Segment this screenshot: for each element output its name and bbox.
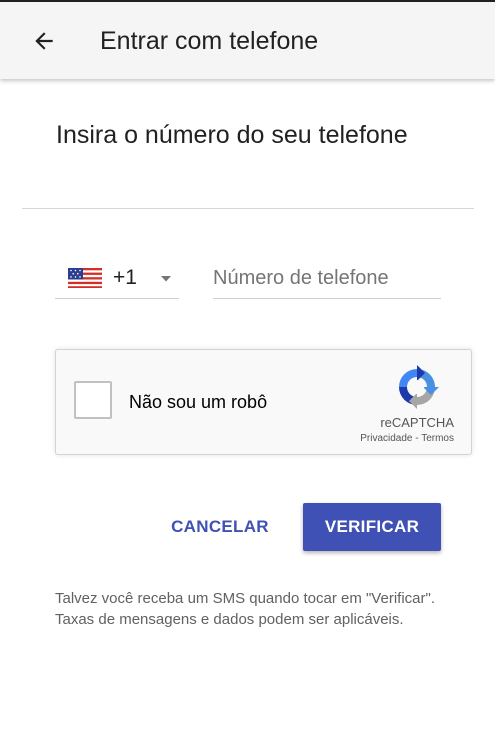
cancel-button[interactable]: CANCELAR [158,503,282,551]
recaptcha-links: Privacidade - Termos [360,432,454,445]
terms-link[interactable]: Termos [421,433,454,444]
divider [22,208,474,209]
back-button[interactable] [22,19,66,63]
sms-notice: Talvez você receba um SMS quando tocar e… [55,590,435,628]
arrow-back-icon [35,32,53,50]
recaptcha-widget: Não sou um robô reCAPTCHA Privacidade - … [55,349,472,455]
recaptcha-label: Não sou um robô [129,392,268,412]
phone-heading: Insira o número do seu telefone [56,121,408,149]
phone-number-input[interactable] [213,258,441,299]
country-code: +1 [113,266,137,289]
recaptcha-brand: reCAPTCHA [380,415,454,430]
app-bar: Entrar com telefone [0,2,495,79]
us-flag-icon [68,268,102,288]
links-separator: - [412,433,422,444]
recaptcha-checkbox[interactable] [74,381,112,419]
privacy-link[interactable]: Privacidade [360,433,412,444]
caret-down-icon [161,276,171,282]
verify-button[interactable]: VERIFICAR [303,503,441,551]
country-code-select[interactable]: +1 [55,258,179,299]
page-title: Entrar com telefone [100,27,319,55]
recaptcha-logo-icon [399,365,439,409]
